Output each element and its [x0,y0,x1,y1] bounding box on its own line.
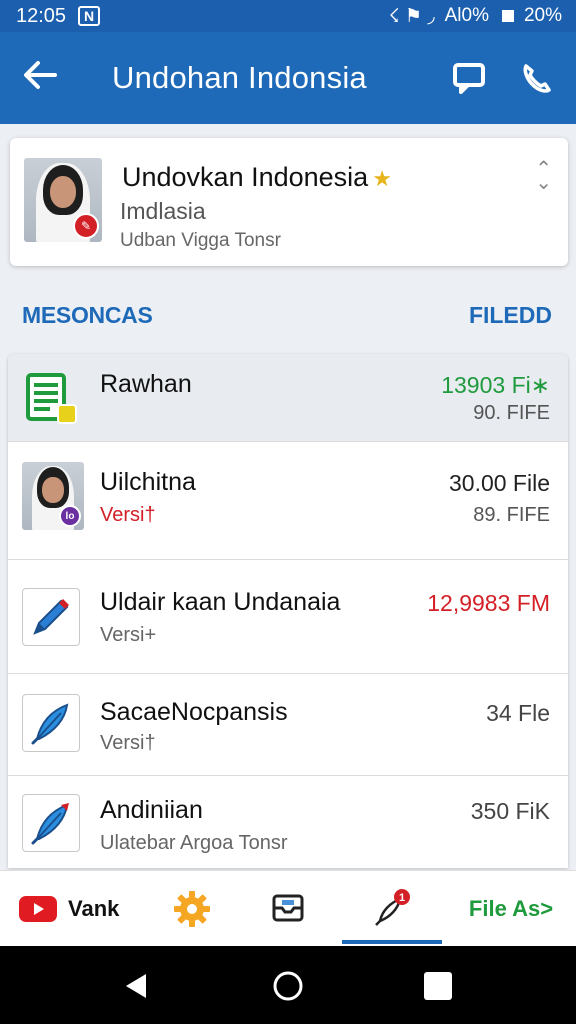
list-item-subtitle: Versi+ [100,624,157,646]
nav-item-label: Vank [68,896,120,921]
inbox-tray-icon[interactable] [256,871,320,947]
status-right-group: ☇ ⚑ ◞ Аl0% 20% [389,5,562,28]
list-item-title: Uilchitna [100,468,196,496]
status-misc-icons: ☇ ⚑ ◞ [388,5,435,27]
settings-gear-icon[interactable] [160,871,224,947]
spreadsheet-icon [22,369,80,427]
list-item[interactable]: Andiniian Ulatebar Argoa Tonsr 350 FiK [8,776,568,868]
list-item-title: SacaeNocpansis [100,698,288,726]
system-nav-bar [0,946,576,1024]
list-item-size: 12,9983 FM [427,590,550,616]
star-icon: ★ [372,166,392,191]
list-item-title: Rawhan [100,370,192,398]
profile-name: Undovkan Indonesia [122,162,369,192]
pen-icon [22,588,80,646]
nav-item-label: File As> [468,896,554,921]
feather-pen-icon [22,794,80,852]
back-triangle-icon[interactable] [120,970,152,1002]
edit-badge-icon: ✎ [73,213,99,239]
recents-square-icon[interactable] [424,972,452,1000]
list-item[interactable]: Uldair kaan Undanaia Versi+ 12,9983 FM [8,560,568,674]
status-bar: 12:05 N ☇ ⚑ ◞ Аl0% 20% [0,0,576,32]
avatar-photo: lo [22,462,84,530]
back-arrow-icon[interactable] [0,59,80,97]
app-bar: Undohan Indonsia [0,32,576,124]
profile-card[interactable]: ✎ Undovkan Indonesia ★ Imdlasia Udban Vig… [10,138,568,266]
list-item[interactable]: lo Uilchitna Versi† 30.00 File 89. FIFE [8,442,568,560]
home-circle-icon[interactable] [272,970,304,1002]
section-label-left: MESONCAS [22,302,153,328]
list-item-meta: 90. FIFE [473,402,550,424]
profile-avatar: ✎ [24,158,102,242]
notification-n-icon: N [78,6,101,26]
active-tab-indicator [342,940,442,944]
list-item-size: 34 Fle [486,700,550,726]
app-badge-icon: lo [59,505,81,527]
rocket-notification-icon[interactable]: 1 [360,871,424,947]
collapse-chevron-icon[interactable]: ⌃ ⌄ [535,159,552,193]
profile-name-row: Undovkan Indonesia ★ [122,162,392,193]
nav-item-vank[interactable]: Vank [18,871,148,947]
section-label-right[interactable]: FILEDD [469,302,552,329]
list-item-meta: 89. FIFE [473,504,550,526]
status-time: 12:05 [16,4,67,27]
nav-item-file[interactable]: File As> [456,871,566,947]
list-item-size: 350 FiK [470,798,550,824]
bottom-nav: Vank 1 File As> [0,870,576,946]
list-item-title: Uldair kaan Undanaia [100,588,341,616]
profile-location: Imdlasia [120,198,206,224]
list-item[interactable]: Rawhan 13903 Fi∗ 90. FIFE [8,354,568,442]
feather-pen-icon [22,694,80,752]
list-item-subtitle: Ulatebar Argoa Tonsr [100,832,288,854]
list-item-title: Andiniian [100,796,203,824]
notif-count: 1 [399,892,405,904]
battery-icon [501,10,514,22]
signal-text: Аl0% [444,5,489,26]
list-item[interactable]: SacaeNocpansis Versi† 34 Fle [8,674,568,776]
list-item-size: 13903 Fi∗ [441,372,550,398]
app-bar-title: Undohan Indonsia [112,60,367,95]
profile-detail: Udban Vigga Tonsr [120,230,281,251]
youtube-icon [19,896,57,922]
chat-icon[interactable] [440,49,498,107]
list-item-size: 30.00 File [448,470,550,496]
phone-icon[interactable] [508,49,566,107]
list-item-subtitle: Versi† [100,504,156,526]
file-list: Rawhan 13903 Fi∗ 90. FIFE lo Uilchitna V… [8,354,568,868]
list-item-subtitle: Versi† [100,732,156,754]
battery-percent: 20% [523,5,562,26]
